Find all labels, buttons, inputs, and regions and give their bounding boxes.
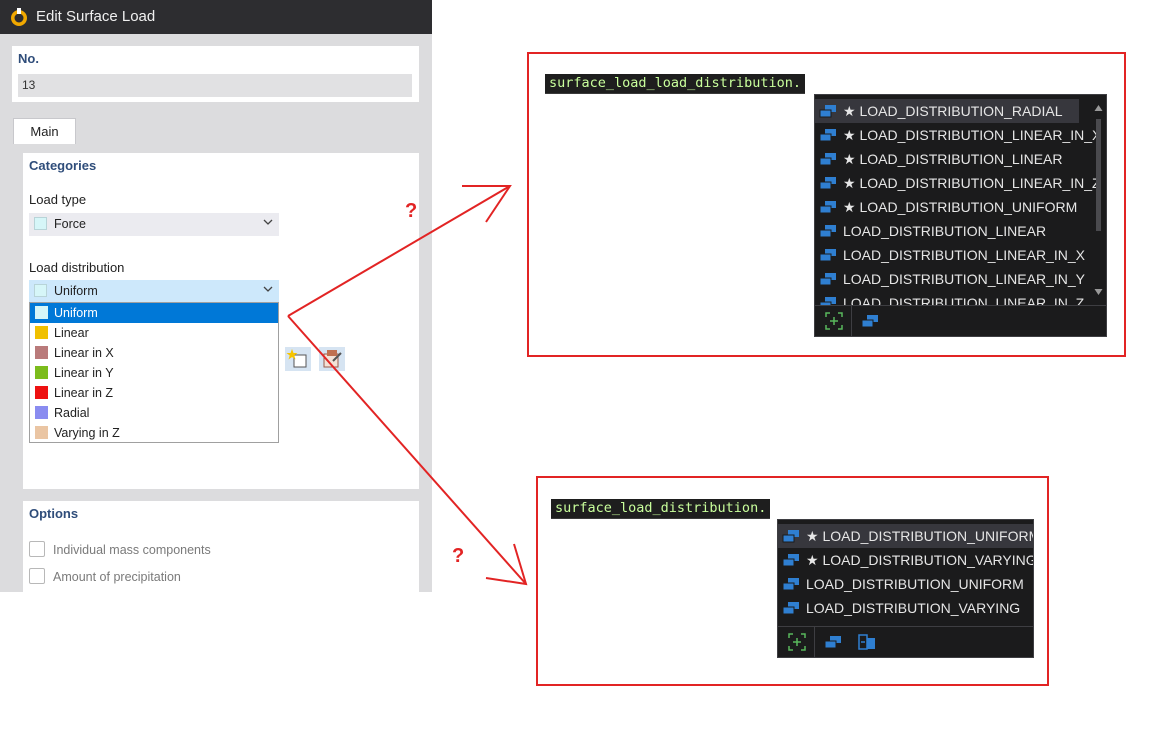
enum-member-icon [819,249,836,262]
completion-item[interactable]: LOAD_DISTRIBUTION_LINEAR_IN_X [815,243,1090,267]
completion-label: LOAD_DISTRIBUTION_LINEAR_IN_X [843,247,1085,263]
enum-member-icon [819,105,836,118]
completion-label: ★ LOAD_DISTRIBUTION_RADIAL [843,103,1063,119]
arrow-to-bottom-callout [287,315,527,585]
completion-label: LOAD_DISTRIBUTION_LINEAR_IN_Y [843,271,1085,287]
completion-item[interactable]: ★ LOAD_DISTRIBUTION_LINEAR_IN_X [815,123,1101,147]
popup-footer [815,305,1106,336]
enum-member-icon [782,530,799,543]
completion-label: LOAD_DISTRIBUTION_UNIFORM [806,576,1024,592]
intellisense-popup-bottom: ★ LOAD_DISTRIBUTION_UNIFORM ★ LOAD_DISTR… [777,519,1034,658]
expand-filter-icon[interactable] [825,312,843,330]
enum-member-icon [819,177,836,190]
completion-item[interactable]: LOAD_DISTRIBUTION_LINEAR_IN_Z [815,291,1090,305]
completion-label: LOAD_DISTRIBUTION_VARYING [806,600,1021,616]
completion-item[interactable]: LOAD_DISTRIBUTION_VARYING [778,596,1033,620]
enum-member-icon [819,201,836,214]
scroll-down-arrow-icon [1094,289,1103,295]
code-expression-top[interactable]: surface_load_load_distribution. [545,74,805,94]
completion-label: LOAD_DISTRIBUTION_LINEAR [843,223,1047,239]
enum-filter-icon[interactable] [824,633,842,651]
enum-member-icon [819,153,836,166]
completion-label: ★ LOAD_DISTRIBUTION_LINEAR_IN_X [843,127,1102,143]
completion-item[interactable]: LOAD_DISTRIBUTION_UNIFORM [778,572,1033,596]
completion-item[interactable]: ★ LOAD_DISTRIBUTION_UNIFORM [778,524,1033,548]
footer-separator [851,306,852,336]
scroll-thumb [1096,119,1101,231]
completion-label: ★ LOAD_DISTRIBUTION_LINEAR_IN_Z [843,175,1101,191]
enum-member-icon [819,273,836,286]
enum-member-icon [782,602,799,615]
enum-member-icon [782,554,799,567]
enum-member-icon [819,129,836,142]
completion-item[interactable]: ★ LOAD_DISTRIBUTION_LINEAR [815,147,1090,171]
enum-member-icon [819,225,836,238]
popup-scrollbar[interactable] [1093,99,1104,301]
question-mark-bottom: ? [452,545,465,567]
completion-item[interactable]: LOAD_DISTRIBUTION_LINEAR [815,219,1090,243]
completion-item[interactable]: ★ LOAD_DISTRIBUTION_RADIAL [815,99,1079,123]
completion-label: ★ LOAD_DISTRIBUTION_UNIFORM [806,528,1034,544]
enum-filter-icon[interactable] [861,312,879,330]
completion-label: ★ LOAD_DISTRIBUTION_LINEAR [843,151,1063,167]
scroll-up-arrow-icon [1094,105,1103,111]
arrow-to-top-callout [287,185,511,317]
completion-item[interactable]: ★ LOAD_DISTRIBUTION_LINEAR_IN_Z [815,171,1101,195]
completion-label: ★ LOAD_DISTRIBUTION_UNIFORM [843,199,1078,215]
code-expression-bottom[interactable]: surface_load_distribution. [551,499,771,519]
footer-separator [814,627,815,657]
field-filter-icon[interactable] [858,633,876,651]
popup-footer [778,626,1033,657]
completion-label: LOAD_DISTRIBUTION_LINEAR_IN_Z [843,295,1085,305]
completion-item[interactable]: ★ LOAD_DISTRIBUTION_UNIFORM [815,195,1090,219]
enum-member-icon [782,578,799,591]
expand-filter-icon[interactable] [788,633,806,651]
question-mark-top: ? [405,200,418,222]
completion-item[interactable]: LOAD_DISTRIBUTION_LINEAR_IN_Y [815,267,1090,291]
completion-item[interactable]: ★ LOAD_DISTRIBUTION_VARYING [778,548,1033,572]
completion-label: ★ LOAD_DISTRIBUTION_VARYING [806,552,1034,568]
enum-member-icon [819,297,836,305]
intellisense-popup-top: ★ LOAD_DISTRIBUTION_RADIAL ★ LOAD_DISTRI… [814,94,1107,337]
